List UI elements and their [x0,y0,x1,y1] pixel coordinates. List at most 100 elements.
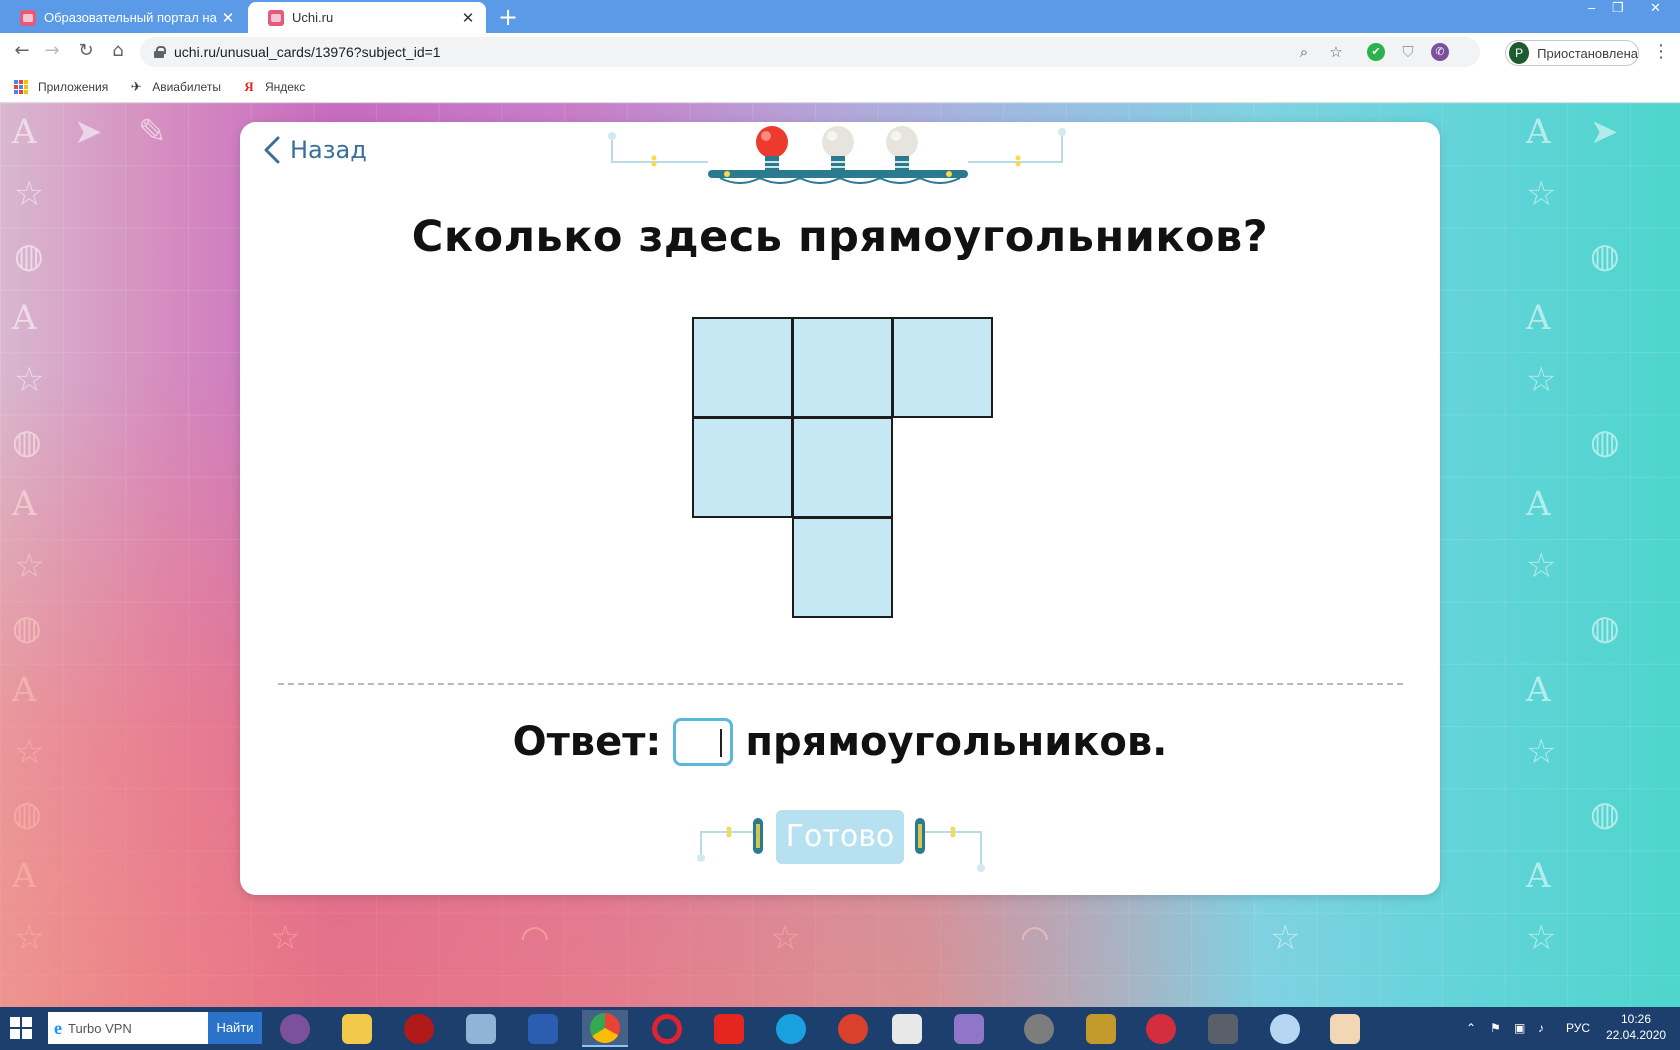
back-link[interactable]: Назад [264,136,367,164]
headphones-icon: ◠ [520,918,550,958]
bookmark-star-icon[interactable]: ☆ [1327,43,1345,61]
figure-cell [692,417,793,518]
lit-bulb-icon [756,126,788,174]
star-icon: ☆ [14,546,45,586]
globe-icon: ◍ [14,236,44,276]
skype-app[interactable] [768,1010,814,1047]
tab-title: Образовательный портал на ба [44,10,220,25]
star-icon: ☆ [1270,918,1301,958]
star-icon: ☆ [1526,546,1557,586]
extension-shield-icon[interactable]: ⛉ [1399,43,1417,61]
letter-a-icon: A [1526,298,1551,338]
letter-a-icon: A [12,298,37,338]
viber-extension-icon[interactable]: ✆ [1431,43,1449,61]
back-arrow-icon[interactable]: ← [10,39,34,63]
new-tab-button[interactable]: + [498,4,518,30]
pencil-icon: ✎ [138,112,167,152]
windows-start-icon[interactable] [10,1017,32,1039]
tab-title: Uchi.ru [292,10,334,25]
tab-strip: Образовательный портал на ба ✕ Uchi.ru ✕… [0,0,1680,33]
star-icon: ☆ [1526,918,1557,958]
viber-icon [280,1013,310,1044]
question-title: Сколько здесь прямоугольников? [411,212,1269,262]
home-icon[interactable]: ⌂ [106,39,130,63]
bookmarks-bar: Приложения ✈ Авиабилеты Я Яндекс [0,71,1680,103]
answer-row: Ответ: прямоугольников. [240,718,1440,766]
bookmark-avia[interactable]: ✈ Авиабилеты [128,79,221,95]
tray-up-icon[interactable]: ⌃ [1466,1007,1476,1050]
fairy-app[interactable] [946,1010,992,1047]
profile-button[interactable]: P Приостановлена [1505,40,1639,66]
taskbar-search-input[interactable]: e Turbo VPN [48,1012,208,1044]
gear-app[interactable] [1016,1010,1062,1047]
window-close-icon[interactable]: ✕ [1650,0,1661,20]
minimize-icon[interactable]: – [1588,0,1595,20]
chrome-icon [590,1012,620,1043]
extension-check-icon[interactable]: ✔ [1367,43,1385,61]
explorer-app[interactable] [334,1010,380,1047]
letter-a-icon: A [12,484,37,524]
opera-app[interactable] [644,1010,690,1047]
taskbar: e Turbo VPN Найти ⌃ ⚑ ▣ ♪ РУС 10:26 22.0… [0,1007,1680,1050]
word-app[interactable] [520,1010,566,1047]
globe-icon: ◍ [1590,422,1620,462]
submit-right-wire [915,818,985,872]
apps-grid-icon [14,79,28,94]
answer-input[interactable] [673,718,734,766]
bookmark-label: Авиабилеты [152,79,221,94]
tab-education-portal[interactable]: Образовательный портал на ба ✕ [0,2,246,33]
star-icon: ☆ [14,174,45,214]
chess-app[interactable] [1200,1010,1246,1047]
bookmark-yandex[interactable]: Я Яндекс [241,79,305,95]
viber-app[interactable] [272,1010,318,1047]
paint-app[interactable] [458,1010,504,1047]
paper-plane-icon: ➤ [74,112,103,152]
browser-app[interactable] [830,1010,876,1047]
clock[interactable]: 10:26 22.04.2020 [1606,1011,1666,1043]
bookmark-apps[interactable]: Приложения [14,79,109,94]
game-app[interactable] [396,1010,442,1047]
taskbar-search-button[interactable]: Найти [208,1012,262,1044]
paint-icon [466,1013,496,1044]
castle-icon [1086,1013,1116,1044]
answer-prefix: Ответ: [512,719,662,765]
browser-menu-icon[interactable]: ⋮ [1652,42,1670,62]
folder-icon [342,1013,372,1044]
globe-icon: ◍ [1590,794,1620,834]
close-tab-icon[interactable]: ✕ [460,9,476,27]
solitaire-app[interactable] [1322,1010,1368,1047]
answer-suffix: прямоугольников. [745,719,1168,765]
clock-time: 10:26 [1620,1012,1652,1026]
back-label: Назад [290,136,367,164]
letter-a-icon: A [1526,670,1551,710]
heart-app[interactable] [1138,1010,1184,1047]
opera-icon [652,1013,682,1044]
eyes-app[interactable] [1262,1010,1308,1047]
language-indicator[interactable]: РУС [1566,1007,1590,1050]
maximize-icon[interactable]: ❐ [1612,0,1624,20]
figure-cell [792,417,893,518]
solitaire-icon [1330,1013,1360,1044]
bookmark-label: Приложения [38,79,109,94]
volume-icon[interactable]: ♪ [1538,1007,1544,1050]
zoom-icon[interactable]: ⌕ [1295,43,1313,61]
tab-uchi[interactable]: Uchi.ru ✕ [248,2,486,33]
close-tab-icon[interactable]: ✕ [220,9,236,27]
forward-arrow-icon[interactable]: → [40,39,64,63]
star-icon: ☆ [1526,174,1557,214]
globe-icon: ◍ [12,608,42,648]
cards-app[interactable] [884,1010,930,1047]
submit-button[interactable]: Готово [776,810,904,864]
reload-icon[interactable]: ↻ [74,39,98,63]
network-icon[interactable]: ▣ [1514,1007,1525,1050]
address-bar[interactable]: uchi.ru/unusual_cards/13976?subject_id=1 [140,37,1480,67]
globe-icon: ◍ [12,422,42,462]
yandex-browser-app[interactable] [706,1010,752,1047]
chrome-app[interactable] [582,1010,628,1047]
lock-icon [154,46,166,58]
fairy-icon [954,1013,984,1044]
flag-icon[interactable]: ⚑ [1490,1007,1501,1050]
castle-app[interactable] [1078,1010,1124,1047]
skype-icon [776,1013,806,1044]
letter-a-icon: A [12,856,37,896]
